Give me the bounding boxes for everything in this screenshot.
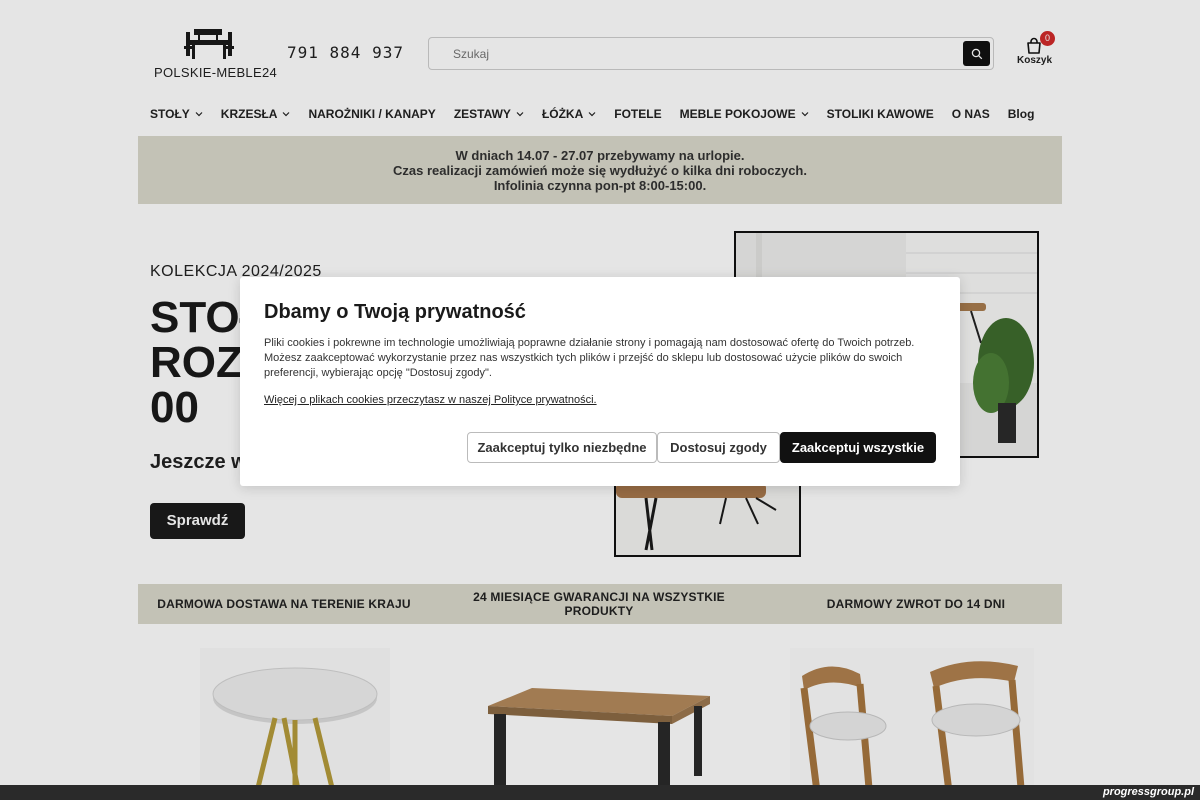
privacy-policy-link[interactable]: Więcej o plikach cookies przeczytasz w n… — [264, 394, 597, 406]
cookie-modal-body: Pliki cookies i pokrewne im technologie … — [264, 337, 915, 379]
cookie-modal-title: Dbamy o Twoją prywatność — [264, 301, 526, 323]
cookie-consent-modal: Dbamy o Twoją prywatność Pliki cookies i… — [240, 277, 960, 486]
customize-consent-button[interactable]: Dostosuj zgody — [657, 432, 780, 463]
footer-bar — [0, 785, 1200, 800]
accept-necessary-button[interactable]: Zaakceptuj tylko niezbędne — [467, 432, 657, 463]
watermark: progressgroup.pl — [1102, 786, 1194, 798]
accept-all-button[interactable]: Zaakceptuj wszystkie — [780, 432, 936, 463]
